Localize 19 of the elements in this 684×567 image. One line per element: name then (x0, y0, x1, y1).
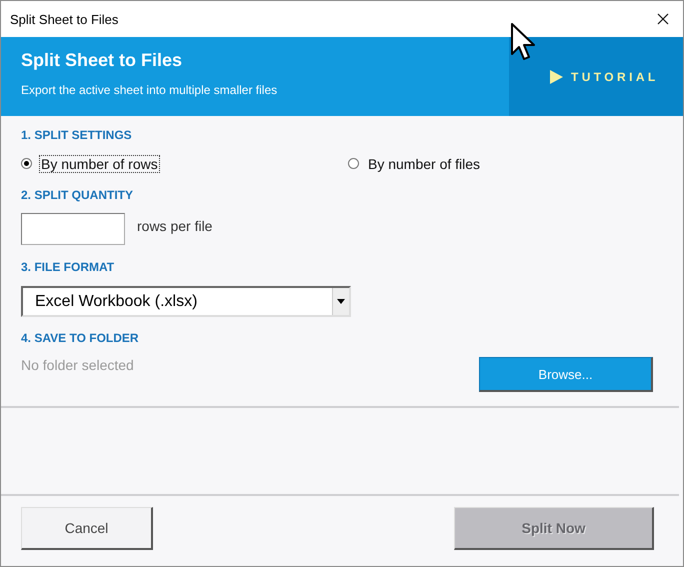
section-heading: 3. FILE FORMAT (21, 259, 116, 276)
section-heading: 4. SAVE TO FOLDER (21, 330, 140, 347)
close-icon[interactable] (657, 13, 669, 25)
dropdown[interactable]: Excel Workbook (.xlsx) (21, 286, 351, 317)
header-subtitle: Export the active sheet into multiple smaller files (21, 83, 278, 97)
folder-path: No folder selected (21, 357, 134, 373)
unit-label: rows per file (137, 218, 212, 234)
play-icon (550, 70, 563, 84)
radio-button[interactable] (348, 158, 359, 169)
section-heading: 1. SPLIT SETTINGS (21, 127, 133, 144)
radio-button[interactable] (21, 158, 32, 169)
radio-label[interactable]: By number of rows (39, 154, 160, 172)
cancel-button[interactable]: Cancel (21, 507, 153, 550)
window-title: Split Sheet to Files (10, 12, 118, 26)
header-title: Split Sheet to Files (21, 50, 184, 71)
tutorial-label: TUTORIAL (571, 70, 659, 84)
input-field[interactable] (21, 213, 125, 245)
radio-label[interactable]: By number of files (366, 154, 482, 172)
section-heading: 2. SPLIT QUANTITY (21, 187, 134, 204)
